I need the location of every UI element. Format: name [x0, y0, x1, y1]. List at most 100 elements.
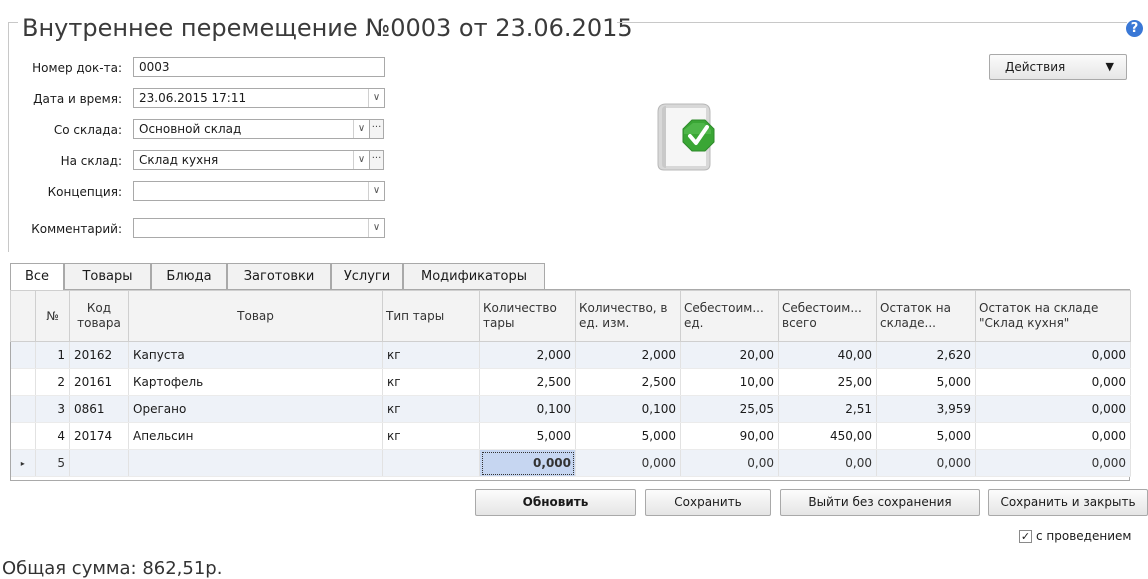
- from-warehouse-browse-button[interactable]: ···: [369, 119, 384, 139]
- cell-number[interactable]: 2: [35, 368, 70, 396]
- column-header-pack-qty[interactable]: Количество тары: [479, 290, 576, 342]
- cell-total-cost[interactable]: 0,00: [778, 449, 877, 477]
- save-and-close-button[interactable]: Сохранить и закрыть: [988, 489, 1148, 516]
- tab-all[interactable]: Все: [10, 263, 64, 291]
- tab-goods[interactable]: Товары: [64, 263, 151, 290]
- cell-stock-kitchen[interactable]: 0,000: [975, 341, 1131, 369]
- cell-unit-qty[interactable]: 2,500: [575, 368, 681, 396]
- cell-pack-qty[interactable]: 0,100: [479, 395, 576, 423]
- tab-dishes[interactable]: Блюда: [151, 263, 227, 290]
- cell-item[interactable]: Капуста: [128, 341, 383, 369]
- chevron-down-icon[interactable]: ∨: [368, 182, 384, 200]
- cell-pack-qty-active[interactable]: 0,000: [479, 449, 576, 477]
- table-row[interactable]: 2 20161 Картофель кг 2,500 2,500 10,00 2…: [10, 368, 1131, 396]
- cell-item[interactable]: Апельсин: [128, 422, 383, 450]
- cell-unit-qty[interactable]: 5,000: [575, 422, 681, 450]
- cell-stock-kitchen[interactable]: 0,000: [975, 449, 1131, 477]
- post-checkbox-label[interactable]: с проведением: [1036, 529, 1131, 543]
- cell-pack-qty[interactable]: 2,000: [479, 341, 576, 369]
- column-header-stock[interactable]: Остаток на складе...: [876, 290, 976, 342]
- table-row[interactable]: 3 0861 Орегано кг 0,100 0,100 25,05 2,51…: [10, 395, 1131, 423]
- chevron-down-icon[interactable]: ∨: [353, 120, 369, 138]
- cell-total-cost[interactable]: 450,00: [778, 422, 877, 450]
- cell-stock[interactable]: 5,000: [876, 422, 976, 450]
- refresh-button[interactable]: Обновить: [475, 489, 636, 516]
- cell-unit-qty[interactable]: 0,000: [575, 449, 681, 477]
- cell-number[interactable]: 5: [35, 449, 70, 477]
- cell-unit-qty[interactable]: 0,100: [575, 395, 681, 423]
- cell-total-cost[interactable]: 25,00: [778, 368, 877, 396]
- column-header-stock-kitchen[interactable]: Остаток на складе "Склад кухня": [975, 290, 1131, 342]
- concept-select[interactable]: ∨: [133, 181, 385, 201]
- datetime-field[interactable]: 23.06.2015 17:11 ∨: [133, 88, 385, 108]
- cell-stock[interactable]: 3,959: [876, 395, 976, 423]
- column-header-number[interactable]: №: [35, 290, 70, 342]
- to-warehouse-browse-button[interactable]: ···: [369, 150, 384, 170]
- cell-code[interactable]: 20174: [69, 422, 129, 450]
- table-row[interactable]: 1 20162 Капуста кг 2,000 2,000 20,00 40,…: [10, 341, 1131, 369]
- row-selector[interactable]: [10, 395, 36, 423]
- cell-stock-kitchen[interactable]: 0,000: [975, 395, 1131, 423]
- cell-total-cost[interactable]: 2,51: [778, 395, 877, 423]
- row-selector[interactable]: [10, 422, 36, 450]
- cell-stock[interactable]: 0,000: [876, 449, 976, 477]
- cell-stock[interactable]: 5,000: [876, 368, 976, 396]
- frame-line: [617, 22, 1127, 23]
- exit-without-saving-button[interactable]: Выйти без сохранения: [780, 489, 980, 516]
- cell-number[interactable]: 1: [35, 341, 70, 369]
- help-icon[interactable]: ?: [1126, 20, 1143, 37]
- column-header-unit-cost[interactable]: Себестоим... ед.: [680, 290, 779, 342]
- comment-field[interactable]: ∨: [133, 218, 385, 238]
- tab-modifiers[interactable]: Модификаторы: [403, 263, 545, 290]
- cell-pack-type[interactable]: кг: [382, 368, 480, 396]
- cell-code[interactable]: 20162: [69, 341, 129, 369]
- cell-stock-kitchen[interactable]: 0,000: [975, 368, 1131, 396]
- cell-number[interactable]: 4: [35, 422, 70, 450]
- cell-pack-type[interactable]: кг: [382, 395, 480, 423]
- cell-item[interactable]: Картофель: [128, 368, 383, 396]
- cell-code[interactable]: [69, 449, 129, 477]
- actions-label: Действия: [1005, 60, 1066, 74]
- cell-pack-type[interactable]: [382, 449, 480, 477]
- save-button[interactable]: Сохранить: [645, 489, 771, 516]
- cell-stock[interactable]: 2,620: [876, 341, 976, 369]
- cell-unit-cost[interactable]: 25,05: [680, 395, 779, 423]
- column-header-pack-type[interactable]: Тип тары: [382, 290, 480, 342]
- column-header-item[interactable]: Товар: [128, 290, 383, 342]
- cell-pack-type[interactable]: кг: [382, 422, 480, 450]
- cell-stock-kitchen[interactable]: 0,000: [975, 422, 1131, 450]
- to-warehouse-select[interactable]: Склад кухня ∨: [133, 150, 370, 170]
- tab-preparations[interactable]: Заготовки: [227, 263, 331, 290]
- cell-total-cost[interactable]: 40,00: [778, 341, 877, 369]
- cell-unit-cost[interactable]: 20,00: [680, 341, 779, 369]
- current-row-marker-icon[interactable]: ▸: [10, 449, 36, 477]
- post-checkbox[interactable]: ✓: [1019, 530, 1032, 543]
- chevron-down-icon[interactable]: ∨: [368, 219, 384, 237]
- cell-pack-qty[interactable]: 2,500: [479, 368, 576, 396]
- column-header-total-cost[interactable]: Себестоим... всего: [778, 290, 877, 342]
- cell-unit-cost[interactable]: 90,00: [680, 422, 779, 450]
- row-selector[interactable]: [10, 368, 36, 396]
- row-selector[interactable]: [10, 341, 36, 369]
- doc-number-field[interactable]: 0003: [133, 57, 385, 77]
- triangle-down-icon: ▼: [1105, 60, 1114, 73]
- chevron-down-icon[interactable]: ∨: [368, 89, 384, 107]
- from-warehouse-select[interactable]: Основной склад ∨: [133, 119, 370, 139]
- tab-services[interactable]: Услуги: [331, 263, 403, 290]
- column-header-unit-qty[interactable]: Количество, в ед. изм.: [575, 290, 681, 342]
- cell-item[interactable]: Орегано: [128, 395, 383, 423]
- cell-pack-type[interactable]: кг: [382, 341, 480, 369]
- cell-item[interactable]: [128, 449, 383, 477]
- cell-code[interactable]: 20161: [69, 368, 129, 396]
- cell-pack-qty[interactable]: 5,000: [479, 422, 576, 450]
- table-row-new[interactable]: ▸ 5 0,000 0,000 0,00 0,00 0,000 0,000: [10, 449, 1131, 477]
- cell-number[interactable]: 3: [35, 395, 70, 423]
- cell-code[interactable]: 0861: [69, 395, 129, 423]
- cell-unit-cost[interactable]: 0,00: [680, 449, 779, 477]
- actions-dropdown[interactable]: Действия ▼: [989, 54, 1127, 80]
- chevron-down-icon[interactable]: ∨: [353, 151, 369, 169]
- cell-unit-cost[interactable]: 10,00: [680, 368, 779, 396]
- table-row[interactable]: 4 20174 Апельсин кг 5,000 5,000 90,00 45…: [10, 422, 1131, 450]
- column-header-code[interactable]: Код товара: [69, 290, 129, 342]
- cell-unit-qty[interactable]: 2,000: [575, 341, 681, 369]
